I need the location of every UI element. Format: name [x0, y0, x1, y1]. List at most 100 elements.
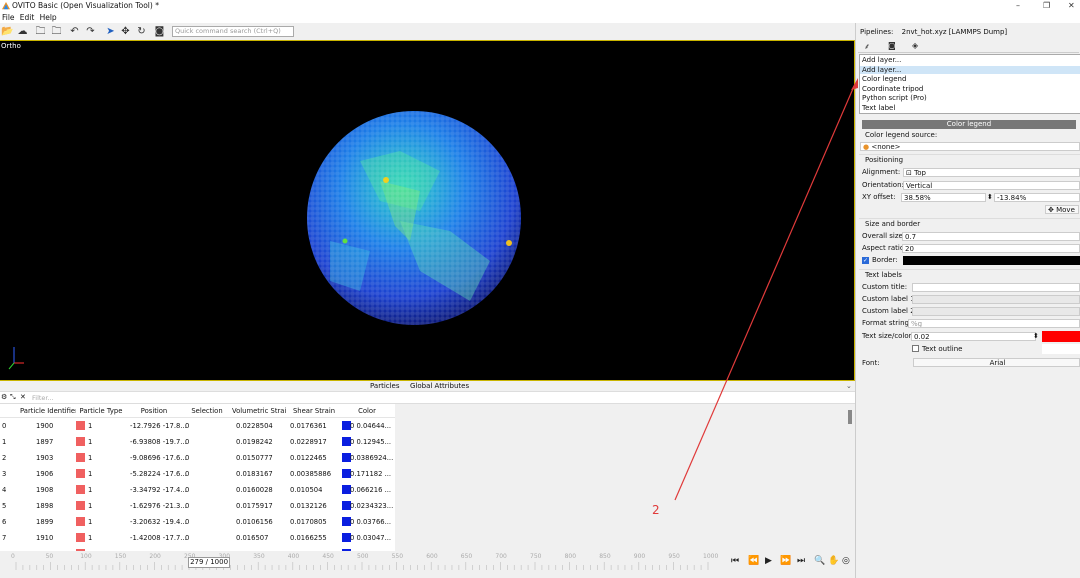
save-icon[interactable]: 🗀 — [34, 25, 47, 38]
row-index: 4 — [2, 486, 7, 494]
prev-frame-icon[interactable]: ⏪ — [748, 556, 759, 566]
menu-edit[interactable]: Edit — [20, 12, 35, 23]
col-volumetric-strain[interactable]: Volumetric Strain — [232, 407, 286, 415]
render-icon[interactable]: ◙ — [153, 25, 166, 38]
cell-position: -5.28224 -17.6... — [130, 470, 187, 478]
zoom-icon[interactable]: 🔍 — [814, 556, 825, 566]
table-row[interactable]: 1 1897 1 -6.93808 -19.7... 0 0.0198242 0.02289… — [0, 434, 395, 450]
timeline-tick-label: 0 — [11, 553, 15, 560]
overall-size-field[interactable]: 0.7 — [902, 232, 1080, 241]
text-outline-checkbox[interactable] — [912, 345, 919, 352]
last-frame-icon[interactable]: ⏭ — [797, 556, 805, 566]
pan-icon[interactable]: ✋ — [828, 556, 839, 566]
table-scrollbar[interactable] — [848, 410, 852, 424]
cloud-icon[interactable]: ☁ — [16, 25, 29, 38]
minimize-icon[interactable]: – — [1016, 1, 1020, 10]
text-color-swatch[interactable] — [1042, 331, 1080, 342]
cell-color: 0.0234323... — [350, 502, 394, 510]
col-color[interactable]: Color — [342, 407, 392, 415]
table-row[interactable]: 3 1906 1 -5.28224 -17.6... 0 0.0183167 0.00385… — [0, 466, 395, 482]
next-frame-icon[interactable]: ⏩ — [780, 556, 791, 566]
dropdown-item[interactable]: Python script (Pro) — [862, 94, 927, 102]
ovito-logo-icon — [2, 2, 10, 10]
time-slider-track[interactable] — [0, 562, 720, 570]
maximize-icon[interactable]: ❐ — [1043, 1, 1050, 10]
gear-icon[interactable]: ⚙ — [1, 393, 7, 401]
table-row[interactable]: 4 1908 1 -3.34792 -17.4... 0 0.0160028 0.01050… — [0, 482, 395, 498]
col-selection[interactable]: Selection — [183, 407, 231, 415]
select-mode-icon[interactable]: ➤ — [104, 25, 117, 38]
move-mode-icon[interactable]: ✥ — [119, 25, 132, 38]
x-offset-field[interactable]: 38.58% — [901, 193, 986, 202]
col-position[interactable]: Position — [126, 407, 182, 415]
save-as-icon[interactable]: 🗀 — [50, 25, 63, 38]
add-layer-dropdown[interactable]: Add layer... Add layer... Color legend Coor… — [859, 54, 1080, 114]
text-size-field[interactable]: 0.02 — [911, 332, 1036, 341]
cell-color: 0.066216 ... — [350, 486, 392, 494]
table-row[interactable]: 5 1898 1 -1.62976 -21.3... 0 0.0175917 0.01321… — [0, 498, 395, 514]
custom-title-label: Custom title: — [862, 283, 908, 291]
col-shear-strain[interactable]: Shear Strain — [287, 407, 341, 415]
outline-color-swatch[interactable] — [1042, 344, 1080, 354]
tab-particles[interactable]: Particles — [370, 382, 400, 390]
dropdown-item[interactable]: Color legend — [862, 75, 906, 83]
type-color-swatch — [76, 485, 85, 494]
table-row[interactable]: 7 1910 1 -1.42008 -17.7... 0 0.016507 0.016625… — [0, 530, 395, 546]
y-offset-field[interactable]: -13.84% — [994, 193, 1080, 202]
dropdown-item[interactable]: Coordinate tripod — [862, 85, 923, 93]
filter-input[interactable]: Filter... — [32, 394, 54, 402]
undo-icon[interactable]: ↶ — [68, 25, 81, 38]
cell-selection: 0 — [185, 534, 190, 542]
pipeline-selector[interactable]: Pipelines: 2nvt_hot.xyz [LAMMPS Dump] — [860, 28, 1007, 36]
aspect-ratio-field[interactable]: 20 — [902, 244, 1080, 253]
table-row[interactable]: 8 1913 1 -18.0482 -12.5...0 0.0168708 0.01520… — [0, 546, 395, 551]
viewport-3d[interactable]: Ortho — [0, 40, 855, 381]
clear-filter-icon[interactable]: ✕ — [20, 393, 26, 401]
open-file-icon[interactable]: 📂 — [1, 25, 14, 38]
panel-tabs: ⸙ ◙ ◈ — [858, 40, 1079, 53]
table-row[interactable]: 2 1903 1 -9.08696 -17.6... 0 0.0150777 0.01224… — [0, 450, 395, 466]
redo-icon[interactable]: ↷ — [84, 25, 97, 38]
source-select[interactable]: ● <none> — [860, 142, 1080, 151]
alignment-select[interactable]: ⊡ Top — [903, 168, 1080, 177]
menu-help[interactable]: Help — [40, 12, 57, 23]
frame-indicator[interactable]: 279 / 1000 — [188, 557, 231, 568]
pipeline-name[interactable]: 2nvt_hot.xyz [LAMMPS Dump] — [902, 28, 1008, 36]
orbit-view-icon[interactable]: ◎ — [842, 556, 850, 566]
quick-command-search[interactable]: Quick command search (Ctrl+Q) — [172, 26, 294, 37]
cell-color: 0 0.04644... — [350, 422, 392, 430]
spinner-icon[interactable]: ⬍ — [987, 193, 993, 201]
dropdown-item[interactable]: Add layer... — [860, 65, 1080, 74]
move-button[interactable]: ✥ Move — [1045, 205, 1079, 214]
play-icon[interactable]: ▶ — [765, 556, 772, 566]
custom-label2-field[interactable] — [912, 307, 1080, 316]
cell-volumetric-strain: 0.016507 — [236, 534, 269, 542]
dropdown-item[interactable]: Add layer... — [862, 56, 901, 64]
border-checkbox[interactable]: ✓ — [862, 256, 869, 264]
filter-icon[interactable]: ⤡ — [10, 393, 16, 402]
format-string-field[interactable]: %g — [908, 319, 1080, 328]
col-particle-identifier[interactable]: Particle Identifier — [20, 407, 76, 415]
layers-tab-icon[interactable]: ◈ — [912, 41, 918, 50]
table-row[interactable]: 6 1899 1 -3.20632 -19.4... 0 0.0106156 0.01708… — [0, 514, 395, 530]
collapse-icon[interactable]: ⌄ — [846, 382, 852, 390]
menu-file[interactable]: File — [2, 12, 15, 23]
custom-label1-field[interactable] — [912, 295, 1080, 304]
border-color-swatch[interactable] — [903, 256, 1080, 265]
first-frame-icon[interactable]: ⏮ — [731, 556, 739, 566]
tab-global-attributes[interactable]: Global Attributes — [410, 382, 469, 390]
pipeline-tab-icon[interactable]: ⸙ — [864, 41, 870, 52]
spinner-icon[interactable]: ⬍ — [1033, 332, 1039, 340]
render-tab-icon[interactable]: ◙ — [888, 41, 896, 50]
cell-position: -6.93808 -19.7... — [130, 438, 187, 446]
cell-color: 0 0.03047... — [350, 534, 392, 542]
font-button[interactable]: Arial — [913, 358, 1080, 367]
orbit-icon[interactable]: ↻ — [135, 25, 148, 38]
panel-header: Color legend — [862, 120, 1076, 129]
dropdown-item[interactable]: Text label — [862, 104, 895, 112]
orientation-select[interactable]: Vertical — [903, 181, 1080, 190]
custom-title-field[interactable] — [912, 283, 1080, 292]
table-row[interactable]: 0 1900 1 -12.7926 -17.8... 0 0.0228504 0.01763… — [0, 418, 395, 434]
close-icon[interactable]: ✕ — [1068, 1, 1075, 10]
col-particle-type[interactable]: Particle Type — [77, 407, 125, 415]
